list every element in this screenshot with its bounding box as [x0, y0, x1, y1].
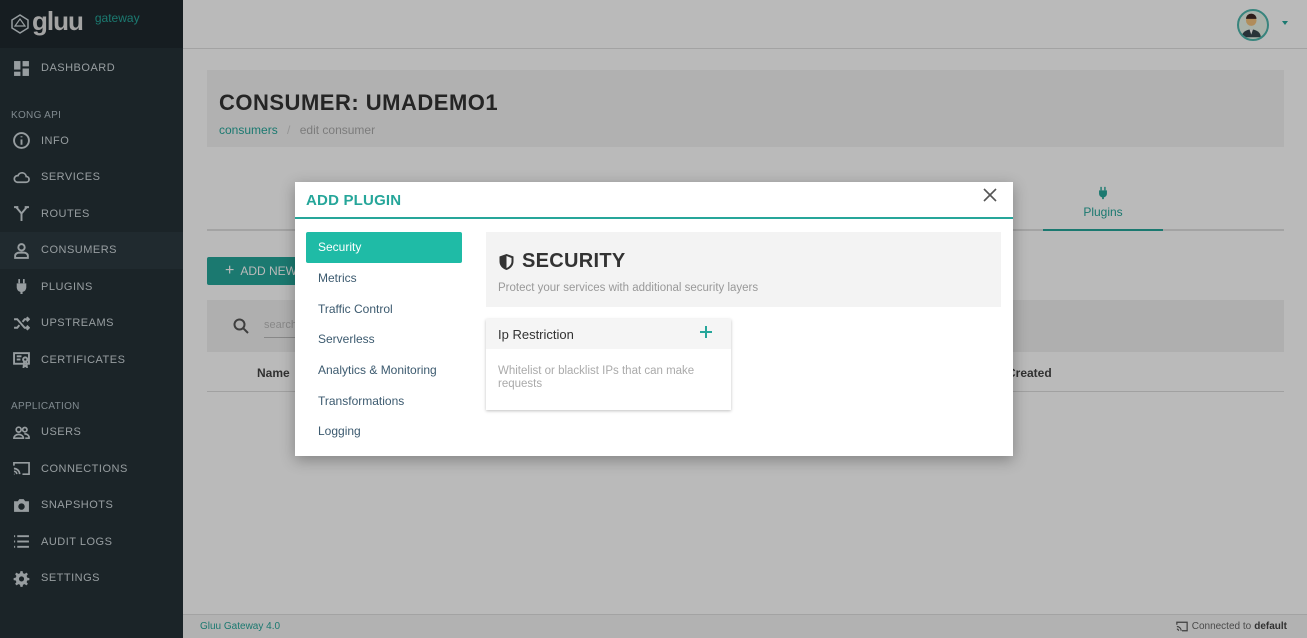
category-security[interactable]: Security [306, 232, 462, 263]
category-analytics-monitoring[interactable]: Analytics & Monitoring [306, 355, 462, 386]
category-traffic-control[interactable]: Traffic Control [306, 293, 462, 324]
plugin-name: Ip Restriction [498, 327, 574, 342]
section-title-text: SECURITY [522, 250, 626, 272]
close-button[interactable] [983, 188, 999, 204]
section-description: Protect your services with additional se… [498, 282, 759, 294]
section-header: SECURITY Protect your services with addi… [486, 232, 1001, 307]
shield-icon [499, 253, 514, 270]
plugin-category-list: Security Metrics Traffic Control Serverl… [306, 232, 462, 447]
modal-header: ADD PLUGIN [295, 182, 1013, 219]
plugin-card: Ip Restriction Whitelist or blacklist IP… [486, 319, 731, 410]
plus-icon [700, 326, 712, 338]
category-transformations[interactable]: Transformations [306, 385, 462, 416]
close-icon [983, 188, 997, 202]
category-metrics[interactable]: Metrics [306, 263, 462, 294]
section-title: SECURITY [498, 250, 626, 273]
add-plugin-button[interactable] [699, 325, 715, 341]
plugin-card-header: Ip Restriction [486, 319, 731, 349]
modal-title: ADD PLUGIN [306, 192, 402, 209]
plugin-description: Whitelist or blacklist IPs that can make… [498, 365, 695, 390]
add-plugin-modal: ADD PLUGIN Security Metrics Traffic Cont… [295, 182, 1013, 456]
category-serverless[interactable]: Serverless [306, 324, 462, 355]
category-logging[interactable]: Logging [306, 416, 462, 447]
